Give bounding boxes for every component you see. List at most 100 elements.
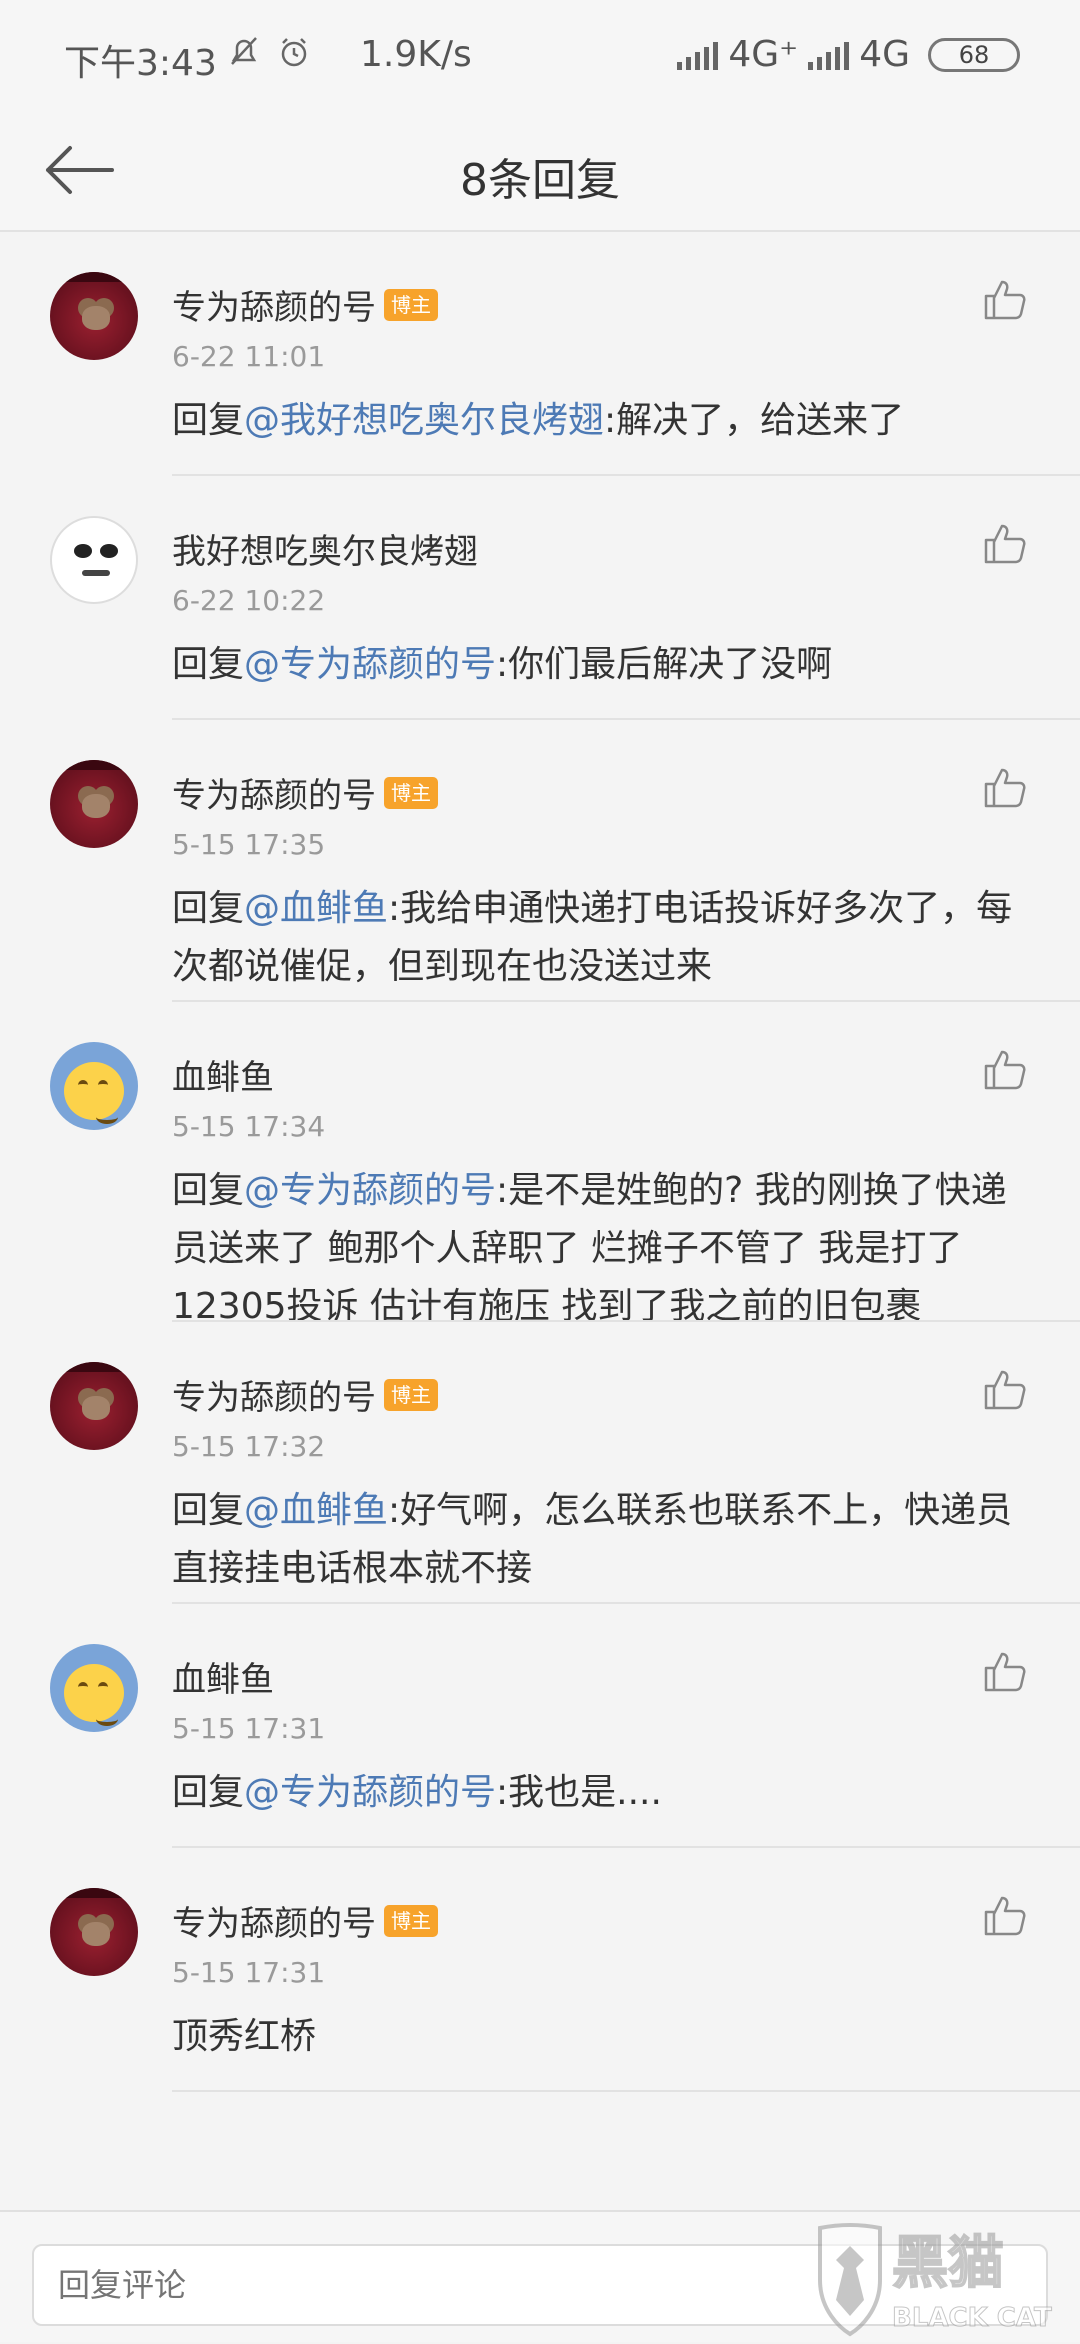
mute-icon: [226, 34, 262, 79]
avatar[interactable]: [50, 1362, 138, 1450]
author-row: 血鲱鱼: [172, 1050, 274, 1099]
page-title: 8条回复: [460, 155, 620, 206]
avatar-curtain: [50, 1888, 138, 1898]
mention-link[interactable]: @专为舔颜的号: [244, 644, 496, 685]
like-button[interactable]: [982, 1648, 1028, 1694]
author-name[interactable]: 专为舔颜的号: [172, 768, 376, 817]
thumbs-up-icon: [984, 1896, 1026, 1936]
blogger-badge: 博主: [384, 288, 438, 321]
avatar-curtain: [50, 1362, 138, 1372]
reply-prefix: 回复: [172, 888, 245, 929]
thumbs-up-icon: [984, 1050, 1026, 1090]
avatar-curtain: [50, 272, 138, 282]
reply-text[interactable]: 回复@专为舔颜的号:你们最后解决了没啊: [172, 636, 1030, 694]
mention-link[interactable]: @专为舔颜的号: [244, 1170, 496, 1211]
reply-body: :解决了，给送来了: [604, 400, 905, 441]
reply-text[interactable]: 回复@我好想吃奥尔良烤翅:解决了，给送来了: [172, 392, 1030, 450]
reply-prefix: 回复: [172, 400, 245, 441]
thumbs-up-icon: [984, 1652, 1026, 1692]
avatar[interactable]: [50, 760, 138, 848]
avatar-mouth: [82, 570, 110, 576]
author-name[interactable]: 专为舔颜的号: [172, 280, 376, 329]
author-row: 血鲱鱼: [172, 1652, 274, 1701]
reply-time: 5-15 17:31: [172, 1956, 326, 1989]
avatar-face: [82, 794, 110, 818]
status-time: 下午3:43: [64, 43, 217, 84]
author-name[interactable]: 血鲱鱼: [172, 1050, 274, 1099]
reply-item: 我好想吃奥尔良烤翅 6-22 10:22 回复@专为舔颜的号:你们最后解决了没啊: [0, 476, 1080, 720]
avatar[interactable]: [50, 1888, 138, 1976]
blogger-badge: 博主: [384, 1378, 438, 1411]
signal-icon-2: [808, 40, 850, 70]
avatar-face: [82, 1396, 110, 1420]
like-button[interactable]: [982, 764, 1028, 810]
reply-body: :我也是....: [496, 1772, 662, 1813]
avatar[interactable]: [50, 1644, 138, 1732]
reply-item: 专为舔颜的号 博主 5-15 17:31 顶秀红桥: [0, 1848, 1080, 2092]
reply-item: 专为舔颜的号 博主 6-22 11:01 回复@我好想吃奥尔良烤翅:解决了，给送来了: [0, 232, 1080, 476]
like-button[interactable]: [982, 520, 1028, 566]
reply-prefix: 回复: [172, 1772, 245, 1813]
reply-text[interactable]: 顶秀红桥: [172, 2008, 1030, 2066]
reply-prefix: 回复: [172, 1170, 245, 1211]
divider: [172, 2090, 1080, 2092]
avatar[interactable]: [50, 516, 138, 604]
reply-time: 6-22 11:01: [172, 340, 326, 373]
reply-time: 5-15 17:31: [172, 1712, 326, 1745]
like-button[interactable]: [982, 276, 1028, 322]
reply-text[interactable]: 回复@专为舔颜的号:是不是姓鲍的? 我的刚换了快递员送来了 鲍那个人辞职了 烂摊…: [172, 1162, 1030, 1336]
avatar[interactable]: [50, 1042, 138, 1130]
reply-time: 5-15 17:35: [172, 828, 326, 861]
thumbs-up-icon: [984, 524, 1026, 564]
author-name[interactable]: 专为舔颜的号: [172, 1896, 376, 1945]
avatar-eye: [74, 544, 92, 558]
watermark-text: 黑猫: [892, 2231, 1004, 2296]
watermark-logo: 黑猫 BLACK CAT: [810, 2220, 1080, 2340]
like-button[interactable]: [982, 1892, 1028, 1938]
avatar-eye: [100, 544, 118, 558]
blogger-badge: 博主: [384, 776, 438, 809]
author-row: 专为舔颜的号 博主: [172, 1896, 438, 1945]
header: 8条回复: [0, 112, 1080, 232]
author-row: 专为舔颜的号 博主: [172, 768, 438, 817]
thumbs-up-icon: [984, 1370, 1026, 1410]
reply-text[interactable]: 回复@专为舔颜的号:我也是....: [172, 1764, 1030, 1822]
author-name[interactable]: 我好想吃奥尔良烤翅: [172, 524, 478, 573]
avatar-mouth: [96, 1110, 118, 1124]
reply-item: 专为舔颜的号 博主 5-15 17:32 回复@血鲱鱼:好气啊，怎么联系也联系不上，快…: [0, 1322, 1080, 1604]
signal-icon: [677, 40, 719, 70]
author-row: 专为舔颜的号 博主: [172, 1370, 438, 1419]
like-button[interactable]: [982, 1046, 1028, 1092]
reply-time: 6-22 10:22: [172, 584, 326, 617]
avatar-smiley: [64, 1664, 124, 1726]
mention-link[interactable]: @专为舔颜的号: [244, 1772, 496, 1813]
thumbs-up-icon: [984, 280, 1026, 320]
status-bar: 下午3:43 1.9K/s 4G⁺ 4G 68: [0, 0, 1080, 112]
network-speed: 1.9K/s: [360, 34, 472, 75]
status-right: 4G⁺ 4G 68: [677, 34, 1020, 75]
reply-body: :你们最后解决了没啊: [496, 644, 833, 685]
like-button[interactable]: [982, 1366, 1028, 1412]
author-row: 专为舔颜的号 博主: [172, 280, 438, 329]
network-type-1: 4G⁺: [728, 34, 799, 75]
avatar-smiley: [64, 1062, 124, 1124]
reply-item: 血鲱鱼 5-15 17:34 回复@专为舔颜的号:是不是姓鲍的? 我的刚换了快递员送…: [0, 1002, 1080, 1327]
avatar-mouth: [96, 1712, 118, 1726]
watermark-subtext: BLACK CAT: [892, 2303, 1052, 2333]
reply-text[interactable]: 回复@血鲱鱼:好气啊，怎么联系也联系不上，快递员直接挂电话根本就不接: [172, 1482, 1030, 1598]
reply-time: 5-15 17:32: [172, 1430, 326, 1463]
avatar[interactable]: [50, 272, 138, 360]
reply-prefix: 回复: [172, 644, 245, 685]
blogger-badge: 博主: [384, 1904, 438, 1937]
reply-prefix: 回复: [172, 1490, 245, 1531]
mention-link[interactable]: @血鲱鱼: [244, 1490, 388, 1531]
mention-link[interactable]: @我好想吃奥尔良烤翅: [244, 400, 604, 441]
alarm-icon: [276, 34, 312, 79]
author-name[interactable]: 专为舔颜的号: [172, 1370, 376, 1419]
author-name[interactable]: 血鲱鱼: [172, 1652, 274, 1701]
network-type-2: 4G: [859, 34, 910, 75]
reply-text[interactable]: 回复@血鲱鱼:我给申通快递打电话投诉好多次了，每次都说催促，但到现在也没送过来: [172, 880, 1030, 996]
thumbs-up-icon: [984, 768, 1026, 808]
mention-link[interactable]: @血鲱鱼: [244, 888, 388, 929]
avatar-face: [82, 1922, 110, 1946]
